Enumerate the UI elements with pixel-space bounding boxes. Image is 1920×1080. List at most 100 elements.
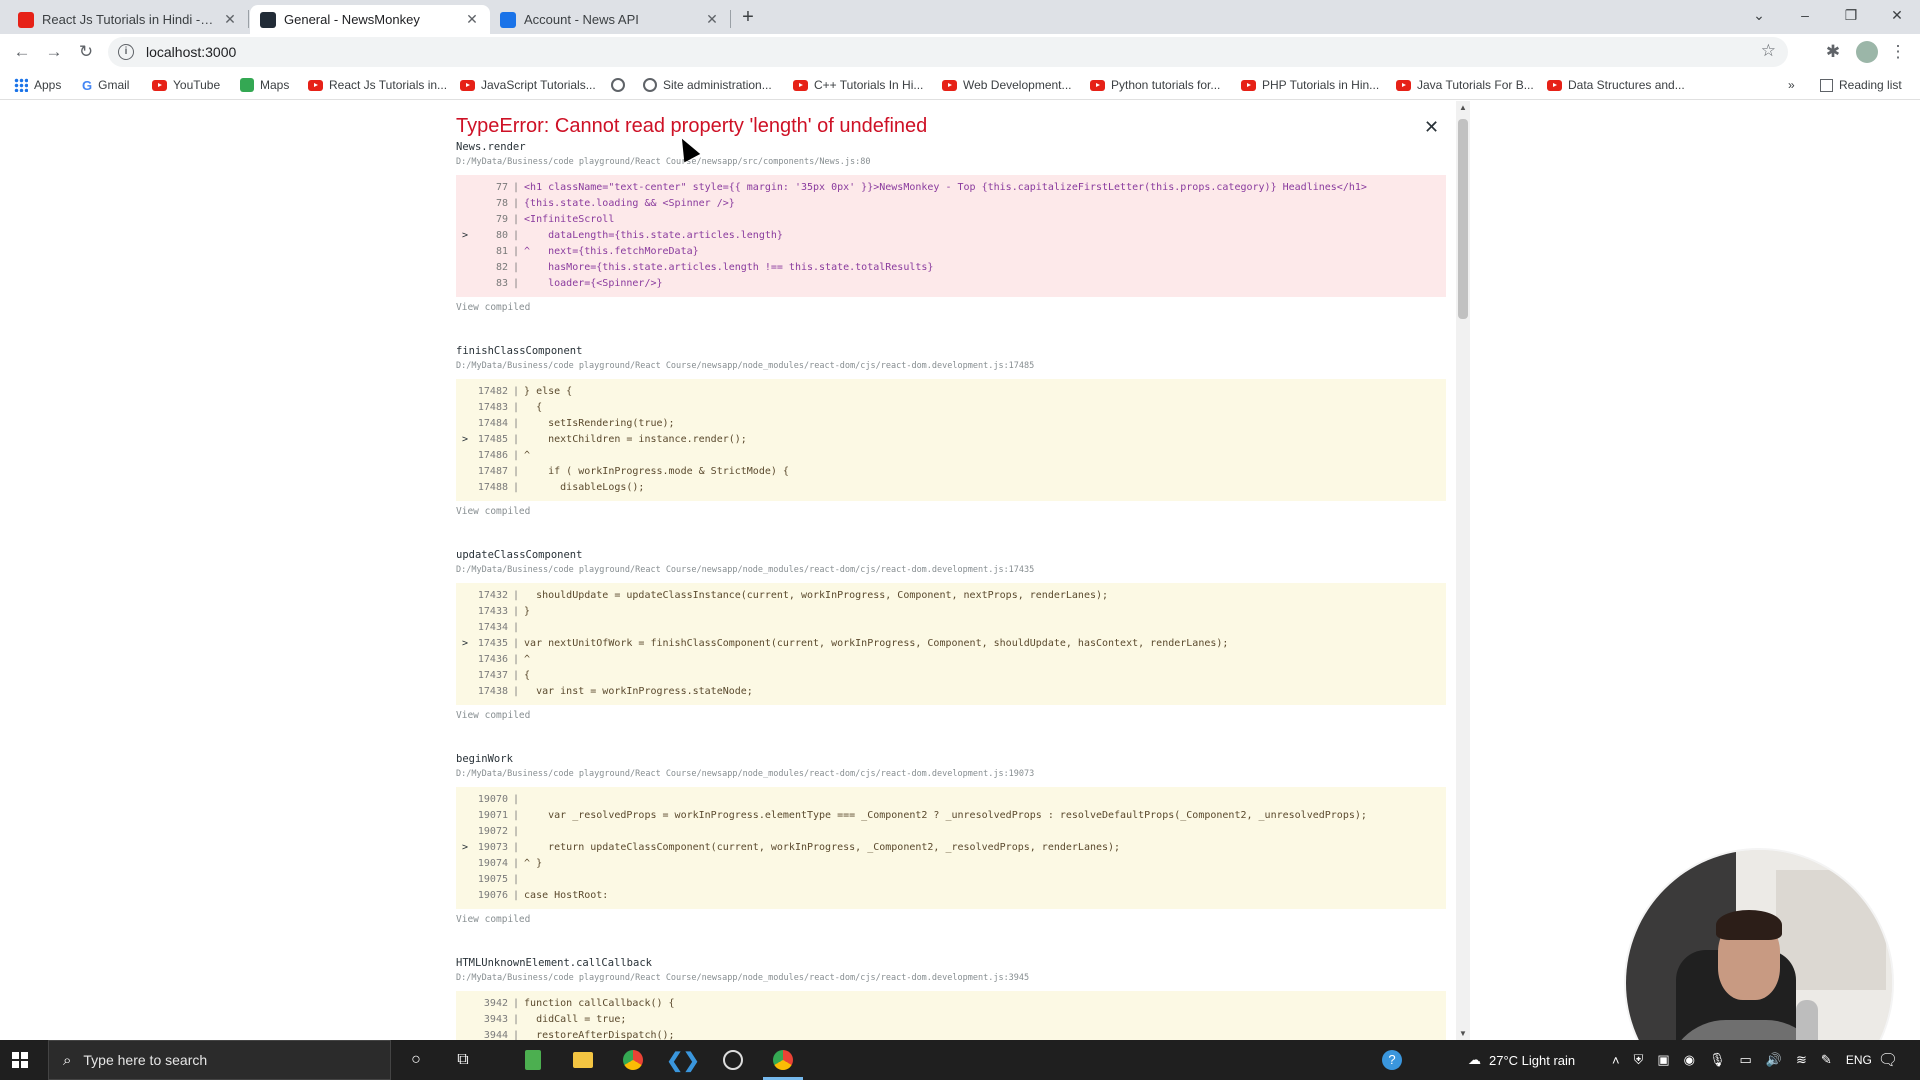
- bookmark-react[interactable]: React Js Tutorials in...: [308, 77, 447, 93]
- chrome-icon[interactable]: [771, 1048, 795, 1072]
- close-tab-icon[interactable]: ✕: [222, 11, 238, 28]
- gutter-bar: |: [513, 434, 520, 445]
- chrome-icon[interactable]: [621, 1048, 645, 1072]
- error-line-marker: >: [462, 842, 469, 853]
- volume-icon[interactable]: 🔊: [1766, 1052, 1782, 1068]
- minimize-button[interactable]: –: [1782, 0, 1828, 30]
- bookmarks-overflow-icon[interactable]: »: [1788, 77, 1795, 93]
- view-compiled-link[interactable]: View compiled: [456, 909, 1446, 931]
- taskbar-search[interactable]: ⌕ Type here to search: [48, 1040, 391, 1080]
- bookmark-globe[interactable]: [611, 77, 625, 93]
- frame-function-name: finishClassComponent: [456, 345, 583, 357]
- tab-title: Account - News API: [524, 12, 639, 27]
- tray-record-icon[interactable]: ◉: [1684, 1052, 1695, 1068]
- gutter-bar: |: [513, 402, 520, 413]
- cortana-icon[interactable]: ○: [404, 1048, 428, 1072]
- line-number: 83: [495, 278, 508, 289]
- frame-file-path[interactable]: D:/MyData/Business/code playground/React…: [456, 157, 1446, 175]
- frame-file-path[interactable]: D:/MyData/Business/code playground/React…: [456, 361, 1446, 379]
- battery-icon[interactable]: ▭: [1740, 1052, 1752, 1068]
- bookmark-maps[interactable]: Maps: [240, 77, 289, 93]
- tab-youtube[interactable]: React Js Tutorials in Hindi - YouT ✕: [8, 5, 248, 34]
- line-number: 82: [495, 262, 508, 273]
- code-line: 77 | <h1 className="text-center" style={{ …: [456, 180, 1446, 196]
- frame-file-path[interactable]: D:/MyData/Business/code playground/React…: [456, 769, 1446, 787]
- bookmark-webdev[interactable]: Web Development...: [942, 77, 1072, 93]
- tab-search-icon[interactable]: ⌄: [1736, 0, 1782, 30]
- back-icon[interactable]: ←: [10, 40, 34, 64]
- bookmark-php[interactable]: PHP Tutorials in Hin...: [1241, 77, 1379, 93]
- bookmark-star-icon[interactable]: ☆: [1761, 41, 1776, 61]
- reading-list-icon: [1820, 78, 1833, 92]
- code-line: >19073 | return updateClassComponent(curr…: [456, 840, 1446, 856]
- bookmark-youtube[interactable]: YouTube: [152, 77, 220, 93]
- frame-file-path[interactable]: D:/MyData/Business/code playground/React…: [456, 973, 1446, 991]
- bookmark-site-admin[interactable]: Site administration...: [643, 77, 772, 93]
- bookmark-cpp[interactable]: C++ Tutorials In Hi...: [793, 77, 923, 93]
- bookmark-apps[interactable]: Apps: [14, 77, 61, 93]
- gutter-bar: |: [513, 262, 520, 273]
- tab-newsmonkey[interactable]: General - NewsMonkey ✕: [250, 5, 490, 34]
- line-number: 78: [495, 198, 508, 209]
- weather-widget[interactable]: ☁ 27°C Light rain: [1468, 1040, 1575, 1080]
- restore-button[interactable]: ❐: [1828, 0, 1874, 30]
- help-icon[interactable]: ?: [1380, 1048, 1404, 1072]
- close-tab-icon[interactable]: ✕: [464, 11, 480, 28]
- pen-icon[interactable]: ✎: [1821, 1052, 1832, 1068]
- scroll-up-icon[interactable]: ▲: [1458, 103, 1468, 112]
- chevron-up-icon[interactable]: ˄: [1612, 1053, 1620, 1068]
- obs-icon[interactable]: [721, 1048, 745, 1072]
- gutter-bar: |: [513, 998, 520, 1009]
- tray-app-icon[interactable]: ▣: [1657, 1052, 1669, 1068]
- profile-avatar[interactable]: [1856, 41, 1878, 63]
- line-number: 17487: [477, 466, 508, 477]
- info-icon[interactable]: i: [118, 44, 134, 60]
- reload-icon[interactable]: ↻: [74, 40, 98, 64]
- close-window-button[interactable]: ✕: [1874, 0, 1920, 30]
- forward-icon[interactable]: →: [42, 40, 66, 64]
- code-text: <InfiniteScroll: [524, 214, 615, 225]
- view-compiled-link[interactable]: View compiled: [456, 297, 1446, 319]
- address-bar[interactable]: i localhost:3000 ☆: [108, 37, 1788, 67]
- view-compiled-link[interactable]: View compiled: [456, 501, 1446, 523]
- reading-list-label: Reading list: [1839, 78, 1902, 92]
- extensions-icon[interactable]: ✱: [1821, 40, 1845, 64]
- bookmark-label: Web Development...: [963, 78, 1072, 92]
- scroll-down-icon[interactable]: ▼: [1458, 1029, 1468, 1038]
- frame-function-name: beginWork: [456, 753, 513, 765]
- task-view-icon[interactable]: ⧉: [451, 1048, 475, 1072]
- bookmarks-bar: Apps G Gmail YouTube Maps React Js Tutor…: [0, 70, 1920, 100]
- new-tab-button[interactable]: +: [737, 6, 759, 28]
- code-line: 82 | hasMore={this.state.articles.length …: [456, 260, 1446, 276]
- microphone-icon[interactable]: 🎙: [1709, 1052, 1726, 1068]
- notifications-icon[interactable]: 🗨: [1876, 1048, 1900, 1072]
- wifi-icon[interactable]: ≋: [1796, 1052, 1807, 1068]
- security-icon[interactable]: ⛨: [1634, 1052, 1644, 1068]
- cloud-icon: ☁: [1468, 1052, 1481, 1067]
- vscode-icon[interactable]: ❮❯: [666, 1048, 700, 1072]
- view-compiled-link[interactable]: View compiled: [456, 705, 1446, 727]
- frame-file-path[interactable]: D:/MyData/Business/code playground/React…: [456, 565, 1446, 583]
- gutter-bar: |: [513, 826, 520, 837]
- code-line: 17482 |} else {: [456, 384, 1446, 400]
- close-overlay-icon[interactable]: ✕: [1424, 117, 1439, 138]
- menu-icon[interactable]: ⋮: [1886, 40, 1910, 64]
- windows-start-icon[interactable]: [12, 1052, 28, 1068]
- tab-news-api[interactable]: Account - News API ✕: [490, 5, 730, 34]
- notepad-icon[interactable]: [521, 1048, 545, 1072]
- gutter-bar: |: [513, 654, 520, 665]
- line-number: 17484: [477, 418, 508, 429]
- bookmark-gmail[interactable]: G Gmail: [82, 77, 129, 93]
- bookmark-dsa[interactable]: Data Structures and...: [1547, 77, 1685, 93]
- bookmark-javascript[interactable]: JavaScript Tutorials...: [460, 77, 596, 93]
- language-indicator[interactable]: ENG: [1846, 1053, 1872, 1067]
- code-line: 3942 | function callCallback() {: [456, 996, 1446, 1012]
- file-explorer-icon[interactable]: [571, 1048, 595, 1072]
- reading-list[interactable]: Reading list: [1820, 77, 1902, 93]
- scrollbar[interactable]: ▲ ▼: [1456, 101, 1470, 1040]
- youtube-icon: [942, 79, 957, 91]
- scrollbar-thumb[interactable]: [1458, 119, 1468, 319]
- close-tab-icon[interactable]: ✕: [704, 11, 720, 28]
- bookmark-java[interactable]: Java Tutorials For B...: [1396, 77, 1534, 93]
- bookmark-python[interactable]: Python tutorials for...: [1090, 77, 1220, 93]
